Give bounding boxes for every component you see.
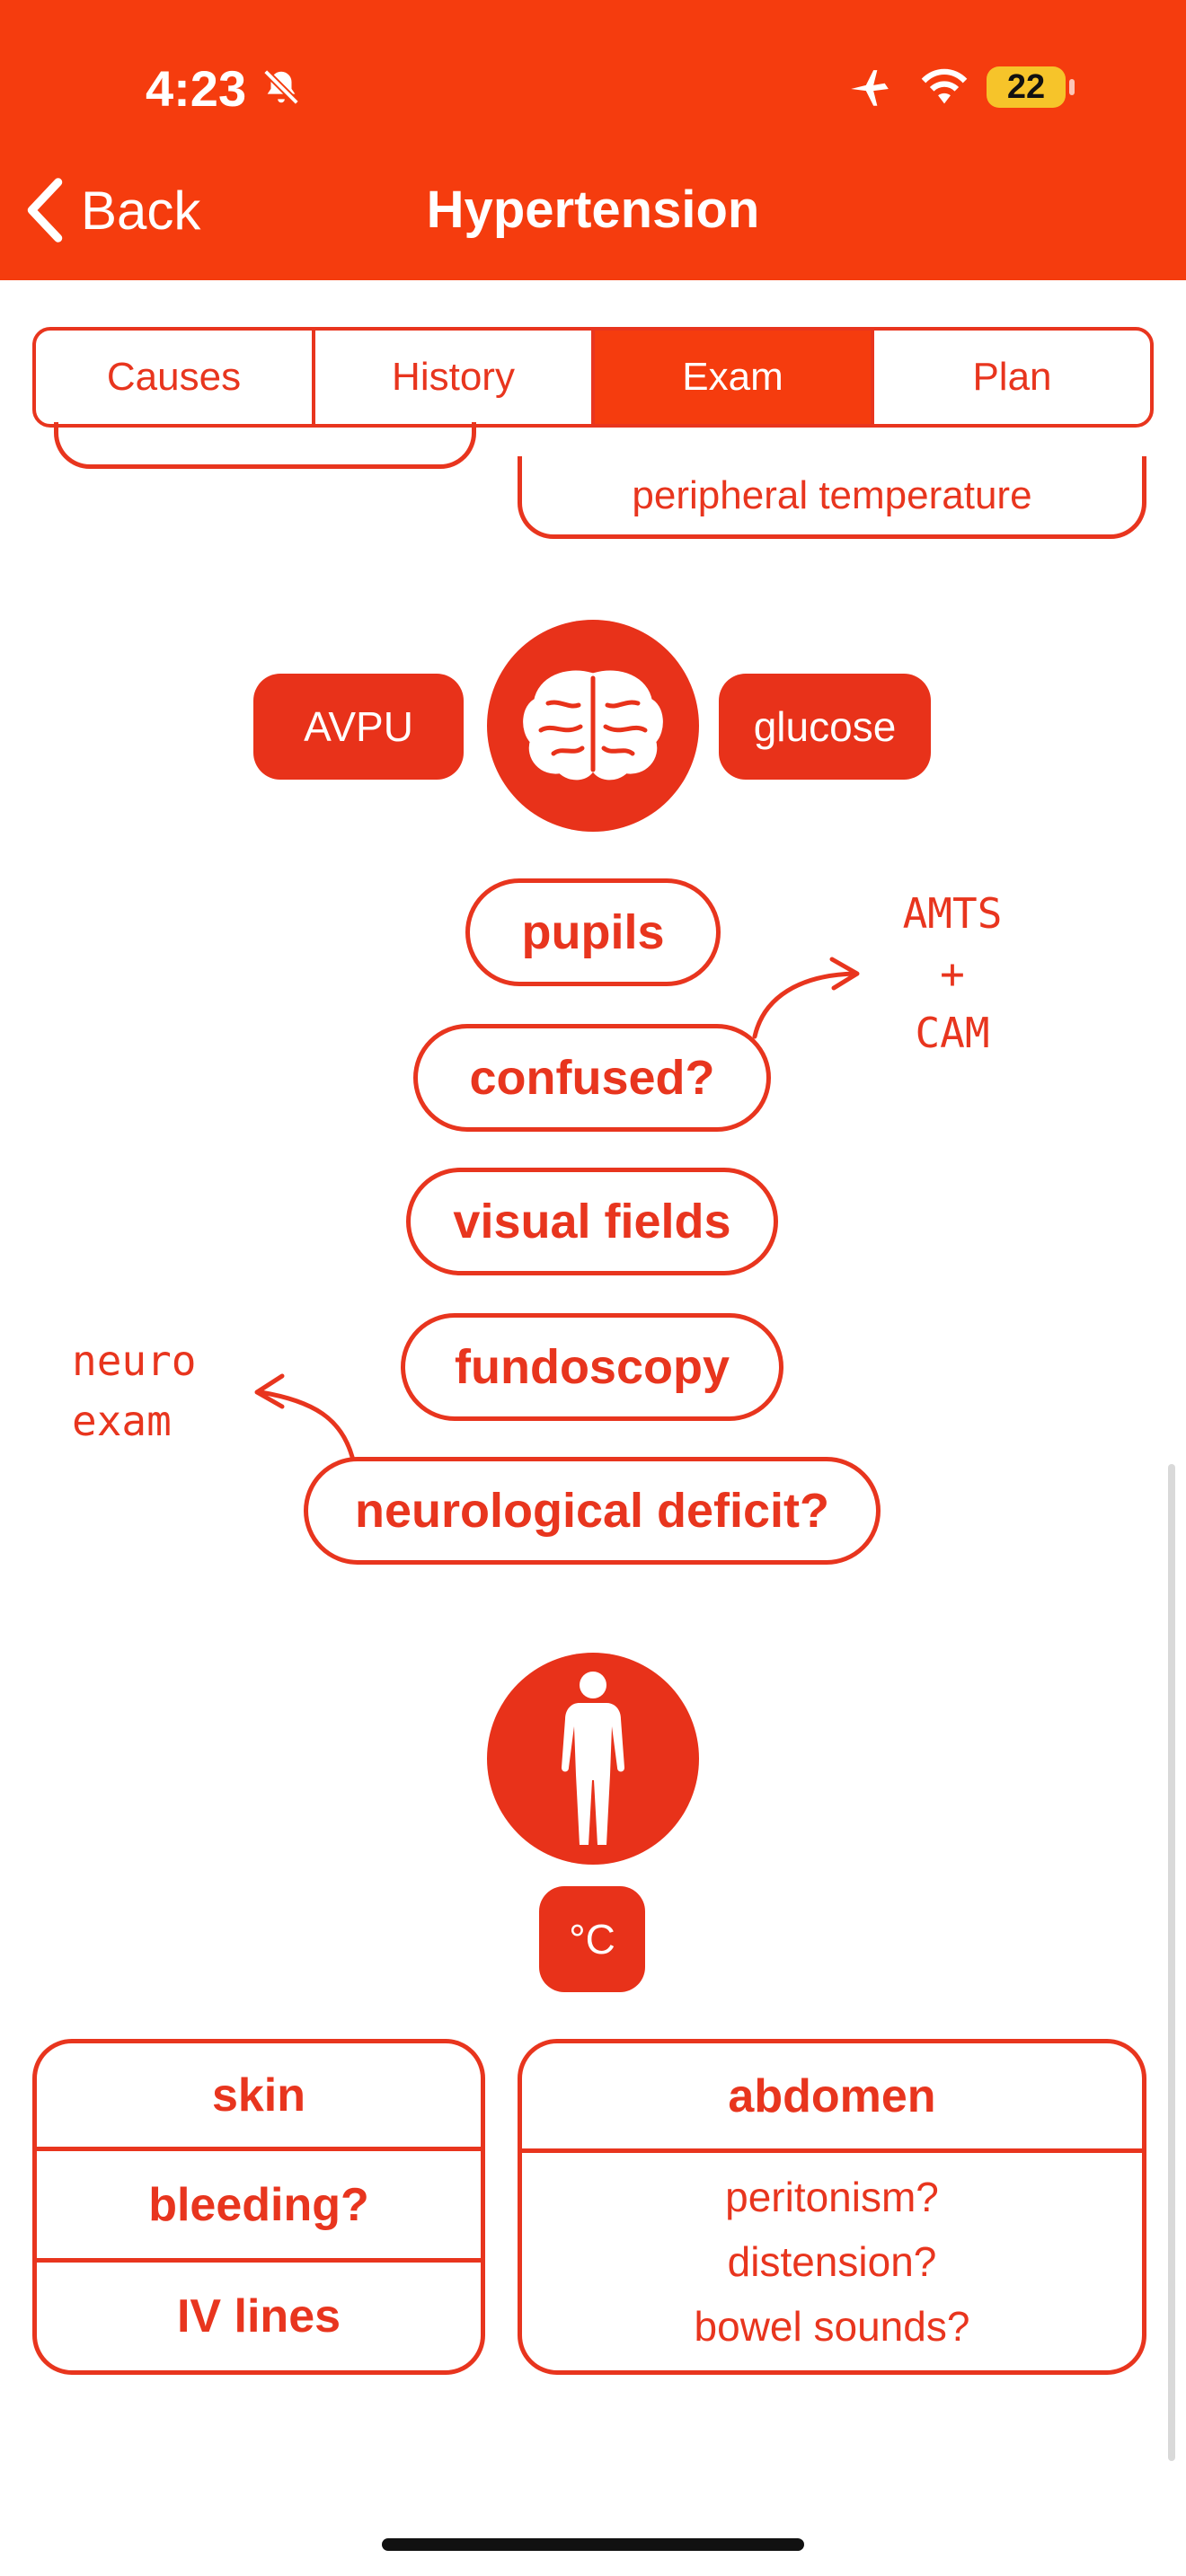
brain-icon-circle bbox=[487, 620, 699, 832]
status-time: 4:23 bbox=[146, 60, 247, 117]
bleeding-row[interactable]: bleeding? bbox=[37, 2151, 481, 2263]
note-cam: CAM bbox=[915, 1009, 990, 1058]
scrollbar[interactable] bbox=[1168, 1464, 1175, 2461]
page-title: Hypertension bbox=[426, 181, 760, 239]
segmented-tabs: Causes History Exam Plan bbox=[32, 327, 1154, 428]
pupils-pill[interactable]: pupils bbox=[465, 878, 721, 986]
home-indicator[interactable] bbox=[382, 2538, 804, 2551]
battery-tip bbox=[1069, 79, 1075, 95]
skin-row[interactable]: skin bbox=[37, 2043, 481, 2151]
fundoscopy-pill[interactable]: fundoscopy bbox=[401, 1313, 783, 1421]
glucose-badge[interactable]: glucose bbox=[719, 674, 931, 780]
note-amts: AMTS bbox=[902, 889, 1003, 938]
brain-icon bbox=[523, 670, 663, 781]
airplane-icon bbox=[851, 70, 889, 106]
iv-lines-row[interactable]: IV lines bbox=[37, 2263, 481, 2370]
tab-causes[interactable]: Causes bbox=[36, 331, 315, 424]
note-neuro-exam: neuro exam bbox=[72, 1331, 270, 1451]
avpu-badge[interactable]: AVPU bbox=[253, 674, 464, 780]
arrow-to-amts-icon bbox=[752, 957, 860, 1039]
human-body-icon bbox=[562, 1672, 624, 1845]
header-bar: 4:23 22 Back Hypertension bbox=[0, 0, 1186, 280]
peritonism-item[interactable]: peritonism? bbox=[725, 2165, 939, 2229]
battery-indicator: 22 bbox=[987, 66, 1066, 108]
bell-slash-icon bbox=[263, 69, 299, 105]
tab-plan[interactable]: Plan bbox=[874, 331, 1150, 424]
tab-history[interactable]: History bbox=[315, 331, 595, 424]
note-plus: + bbox=[940, 948, 965, 998]
abdomen-list: peritonism? distension? bowel sounds? bbox=[522, 2153, 1142, 2370]
wifi-icon bbox=[921, 68, 968, 104]
temperature-badge[interactable]: °C bbox=[539, 1886, 645, 1992]
note-amts-cam: AMTS + CAM bbox=[863, 884, 1042, 1063]
peripheral-temperature-label: peripheral temperature bbox=[632, 472, 1032, 517]
visual-fields-pill[interactable]: visual fields bbox=[406, 1168, 778, 1275]
peripheral-temperature-card[interactable]: peripheral temperature bbox=[518, 456, 1146, 539]
distension-item[interactable]: distension? bbox=[728, 2229, 937, 2294]
neurological-deficit-pill[interactable]: neurological deficit? bbox=[304, 1457, 881, 1565]
bowel-sounds-item[interactable]: bowel sounds? bbox=[695, 2294, 970, 2359]
note-exam: exam bbox=[72, 1396, 172, 1445]
note-neuro: neuro bbox=[72, 1337, 197, 1385]
abdomen-title[interactable]: abdomen bbox=[522, 2043, 1142, 2153]
tab-exam[interactable]: Exam bbox=[595, 331, 874, 424]
body-icon-circle bbox=[487, 1653, 699, 1865]
skin-card: skin bleeding? IV lines bbox=[32, 2039, 485, 2375]
confused-pill[interactable]: confused? bbox=[413, 1024, 771, 1132]
card-partial-left bbox=[54, 422, 476, 469]
abdomen-card: abdomen peritonism? distension? bowel so… bbox=[518, 2039, 1146, 2375]
arrow-to-neuro-exam-icon bbox=[254, 1373, 355, 1460]
